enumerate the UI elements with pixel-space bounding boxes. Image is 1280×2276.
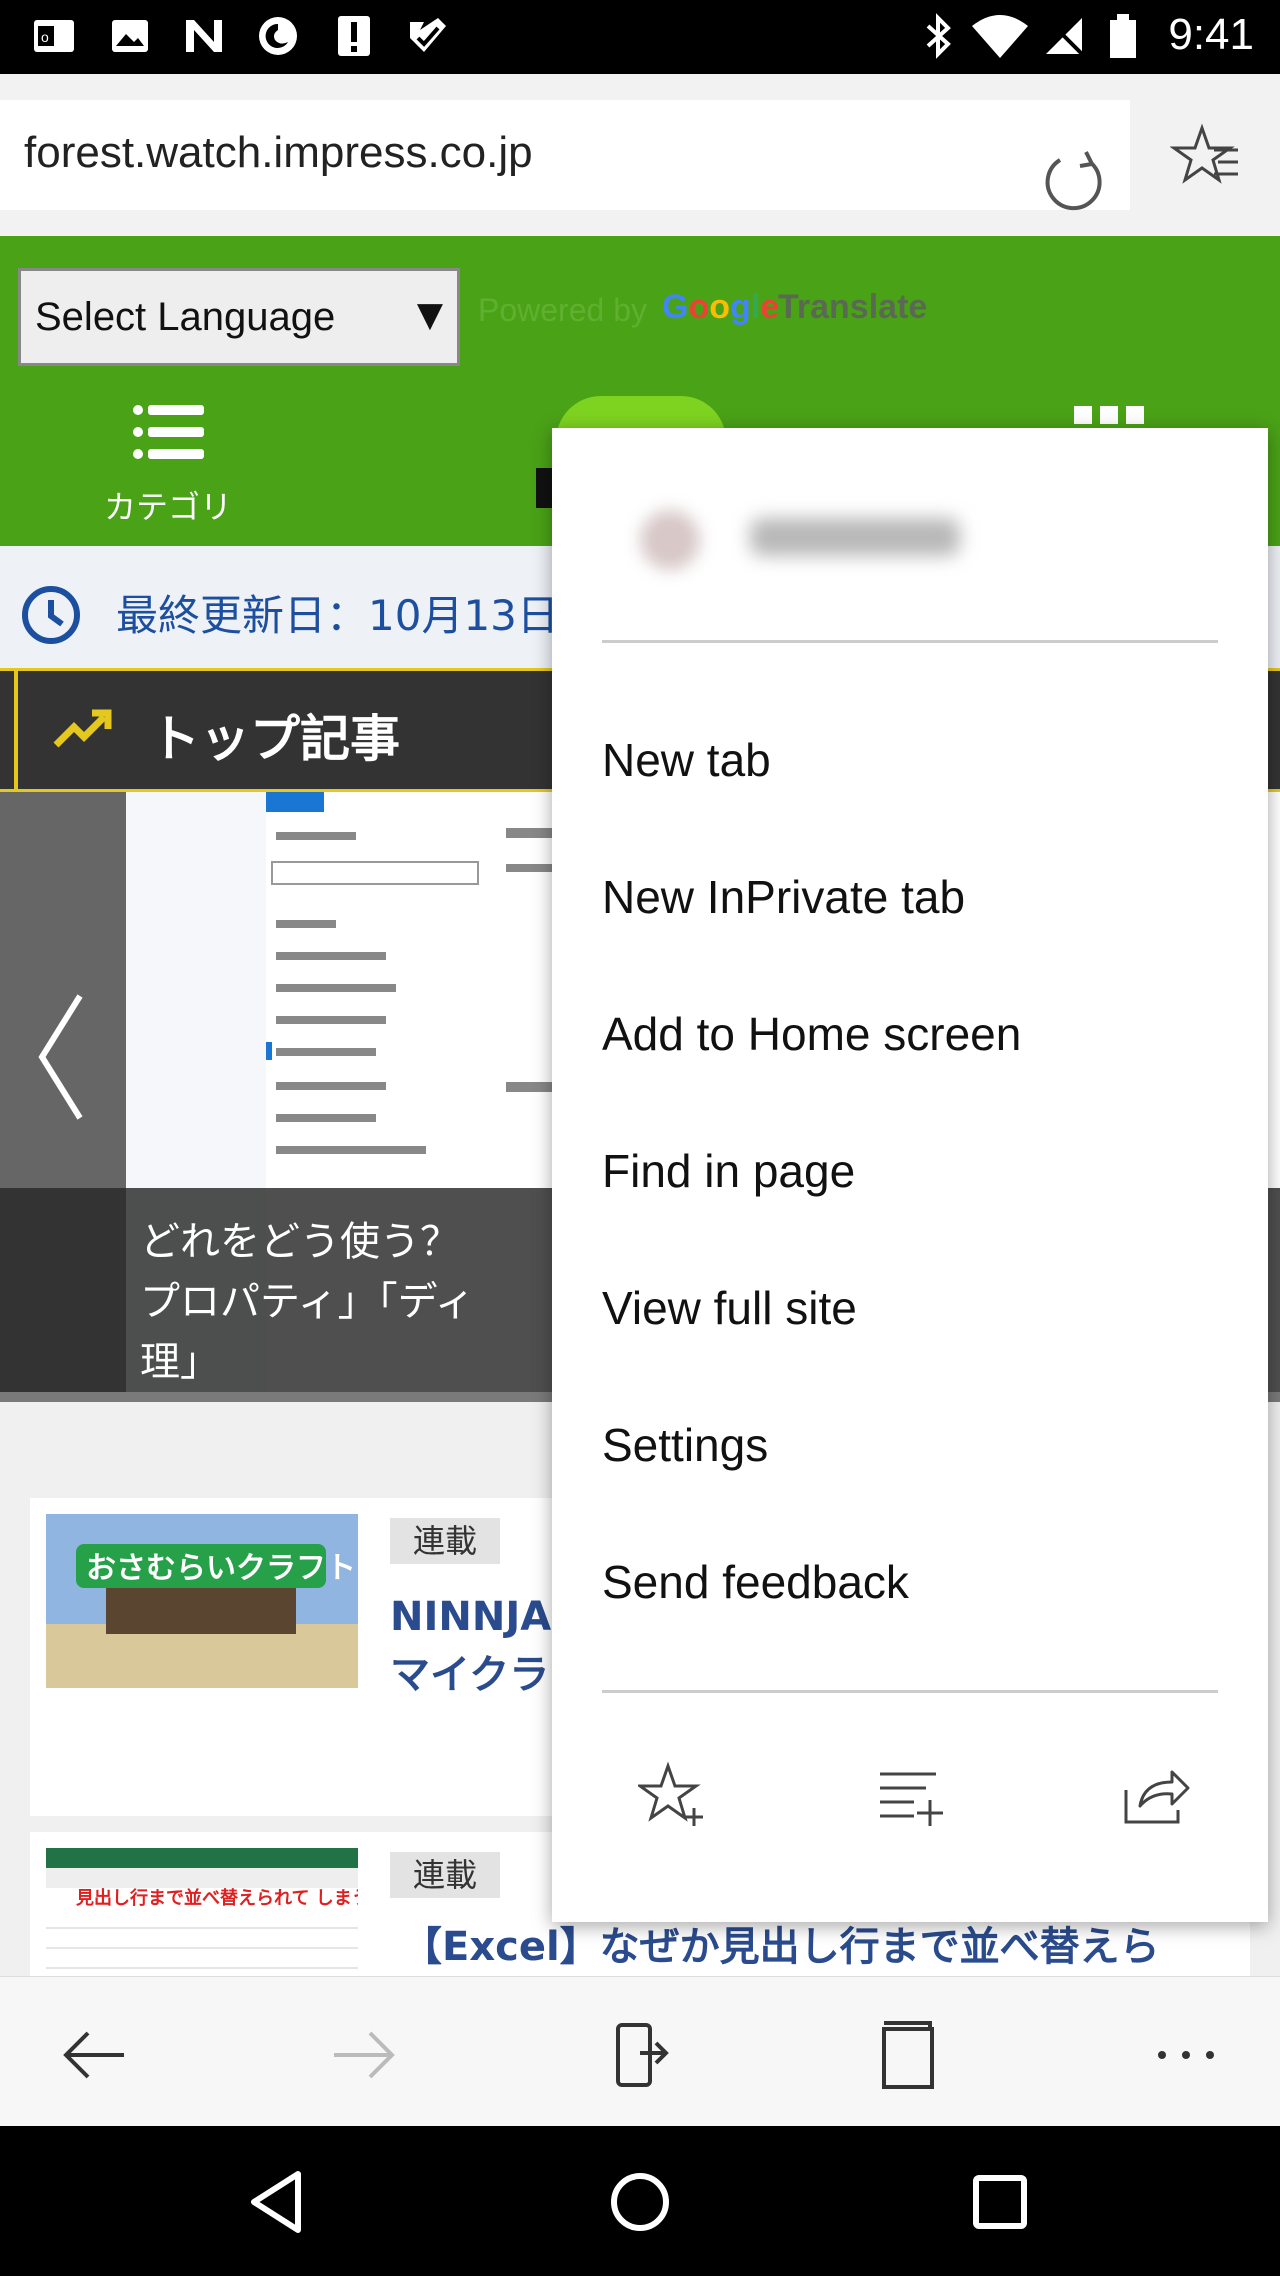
address-bar: forest.watch.impress.co.jp: [0, 74, 1280, 236]
continue-on-pc-icon[interactable]: [600, 2015, 680, 2095]
account-name-blurred: [750, 518, 960, 556]
article-title[interactable]: 【Excel】なぜか見出し行まで並べ替えら: [402, 1918, 1242, 1976]
google-letter: o: [688, 288, 710, 326]
top-articles-title: トップ記事: [150, 710, 400, 768]
browser-toolbar: [0, 1976, 1280, 2126]
url-text[interactable]: forest.watch.impress.co.jp: [24, 128, 533, 178]
more-icon[interactable]: [1146, 2015, 1226, 2095]
alert-icon: [338, 16, 370, 56]
category-menu-icon[interactable]: [132, 402, 206, 462]
grid-menu-icon[interactable]: [1074, 404, 1146, 426]
svg-text:o: o: [41, 29, 49, 45]
check-icon: [410, 18, 446, 52]
dropdown-arrow-icon: ▼: [416, 295, 443, 335]
nav-home-icon[interactable]: [600, 2162, 680, 2242]
url-field[interactable]: forest.watch.impress.co.jp: [0, 100, 1130, 211]
google-letter: l: [750, 288, 761, 326]
avatar: [640, 510, 700, 570]
back-icon[interactable]: [54, 2015, 134, 2095]
wifi-icon: [972, 15, 1028, 58]
clock-icon: [22, 586, 80, 644]
gallery-icon: [112, 20, 148, 52]
outlook-icon: o: [34, 20, 74, 52]
menu-item-new-tab[interactable]: New tab: [602, 692, 1218, 829]
menu-item-new-inprivate-tab[interactable]: New InPrivate tab: [602, 829, 1218, 966]
reload-icon[interactable]: [1040, 148, 1106, 214]
bluetooth-icon: [926, 13, 951, 59]
battery-icon: [1110, 14, 1136, 58]
share-icon[interactable]: [1120, 1760, 1190, 1830]
overflow-menu: New tab New InPrivate tab Add to Home sc…: [552, 428, 1268, 1922]
account-row[interactable]: [600, 498, 1200, 598]
no-signal-icon: [1044, 16, 1084, 56]
nav-back-icon[interactable]: [240, 2162, 320, 2242]
language-select-value: Select Language: [35, 295, 336, 339]
accent-bar: [14, 671, 18, 789]
language-select[interactable]: Select Language ▼: [18, 268, 460, 366]
menu-item-settings[interactable]: Settings: [602, 1377, 1218, 1514]
thumbnail-text: 見出し行まで並べ替えられて しまう！: [75, 1887, 358, 1909]
google-letter: G: [662, 288, 689, 326]
add-favorite-icon[interactable]: [638, 1760, 708, 1830]
menu-divider: [602, 640, 1218, 643]
category-label[interactable]: カテゴリ: [104, 482, 232, 528]
carousel-prev-icon[interactable]: [36, 992, 86, 1122]
android-nav-bar: [0, 2126, 1280, 2276]
thumbnail-text: おさむらいクラフト: [86, 1551, 356, 1586]
menu-item-send-feedback[interactable]: Send feedback: [602, 1514, 1218, 1651]
nav-recents-icon[interactable]: [960, 2162, 1040, 2242]
favorites-icon[interactable]: [1170, 120, 1240, 190]
trending-icon: [53, 709, 112, 748]
n-app-icon: [186, 20, 222, 52]
status-clock: 9:41: [1168, 10, 1254, 59]
google-letter: g: [730, 288, 751, 326]
forward-icon[interactable]: [324, 2015, 404, 2095]
firefox-icon: [259, 17, 297, 55]
translate-link[interactable]: Translate: [778, 288, 927, 327]
menu-item-find-in-page[interactable]: Find in page: [602, 1103, 1218, 1240]
google-letter: e: [760, 288, 780, 326]
powered-by-text: Powered by: [478, 292, 647, 328]
series-tag: 連載: [390, 1852, 500, 1898]
menu-divider: [602, 1690, 1218, 1693]
menu-item-add-to-home-screen[interactable]: Add to Home screen: [602, 966, 1218, 1103]
google-letter: o: [709, 288, 731, 326]
last-updated-text: 最終更新日：10月13日: [116, 591, 559, 640]
series-tag: 連載: [390, 1518, 500, 1564]
add-reading-list-icon[interactable]: [876, 1760, 946, 1830]
status-bar: o 9:41: [0, 0, 1280, 74]
google-logo: Google: [662, 288, 779, 327]
article-thumbnail: おさむらいクラフト: [46, 1514, 358, 1688]
menu-item-view-full-site[interactable]: View full site: [602, 1240, 1218, 1377]
tabs-icon[interactable]: [872, 2015, 952, 2095]
